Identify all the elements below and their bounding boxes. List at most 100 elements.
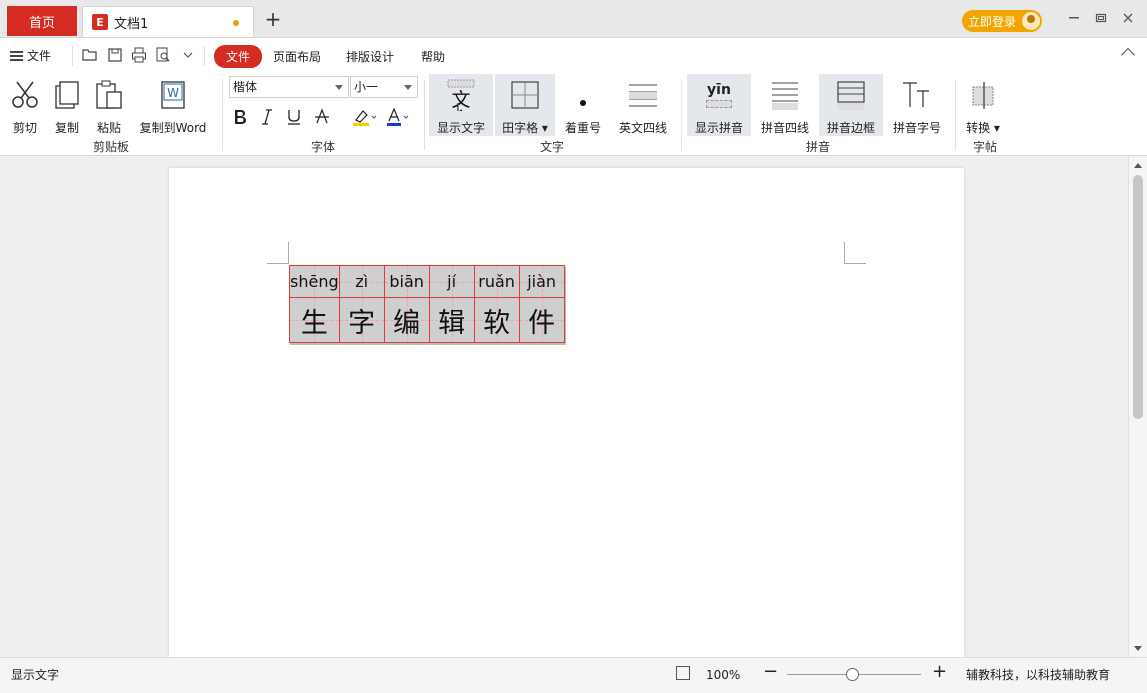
group-divider (222, 80, 223, 150)
show-text-icon: 文 (447, 79, 475, 111)
group-divider (424, 80, 425, 150)
hanzi-cell[interactable]: 字 (338, 297, 385, 343)
home-tab[interactable]: 首页 (7, 6, 77, 36)
file-menu-label: 文件 (27, 49, 52, 63)
paste-button[interactable]: 粘贴 (89, 74, 129, 136)
font-size-icon (903, 81, 929, 107)
hamburger-icon (10, 50, 23, 61)
font-family-select[interactable]: 楷体 (229, 76, 349, 98)
restore-button[interactable] (1093, 12, 1109, 26)
sticker-group-label: 字帖 (973, 140, 998, 154)
emphasis-mark-button[interactable]: 着重号 (560, 74, 606, 136)
tab-file[interactable]: 文件 (214, 45, 263, 68)
document-canvas[interactable]: shēng zì biān jí ruǎn jiàn 生 字 编 辑 软 件 (0, 157, 1130, 657)
hanzi-cell[interactable]: 软 (473, 297, 520, 343)
tab-layout-design[interactable]: 排版设计 (346, 48, 394, 65)
minimize-icon (1069, 17, 1079, 19)
tian-grid-label: 田字格 ▾ (502, 121, 548, 135)
hanzi-cell[interactable]: 辑 (428, 297, 475, 343)
group-divider (955, 80, 956, 150)
pinyin-border-button[interactable]: 拼音边框 (819, 74, 883, 136)
fit-page-icon[interactable] (676, 666, 690, 680)
copy-to-word-label: 复制到Word (139, 121, 207, 135)
scroll-up-icon[interactable] (1134, 163, 1142, 168)
pinyin-cell[interactable]: ruǎn (473, 265, 520, 298)
bold-icon (235, 110, 246, 124)
italic-button[interactable] (257, 108, 277, 128)
tian-grid-button[interactable]: 田字格 ▾ (495, 74, 555, 136)
font-color-button[interactable] (386, 107, 412, 128)
app-logo-icon: E (92, 14, 108, 30)
title-bar: 首页 E 文档1 + 立即登录 (0, 0, 1147, 38)
vertical-scrollbar[interactable] (1128, 157, 1147, 657)
document-page[interactable]: shēng zì biān jí ruǎn jiàn 生 字 编 辑 软 件 (169, 168, 964, 657)
pinyin-yin-icon: yīn (707, 81, 731, 98)
font-size-select[interactable]: 小一 (350, 76, 418, 98)
pinyin-font-size-label: 拼音字号 (892, 121, 941, 135)
scroll-down-icon[interactable] (1134, 646, 1142, 651)
hanzi-cell[interactable]: 生 (289, 297, 340, 343)
pinyin-grid-table[interactable]: shēng zì biān jí ruǎn jiàn 生 字 编 辑 软 件 (289, 265, 565, 343)
save-icon[interactable] (107, 47, 123, 63)
underline-button[interactable] (284, 108, 304, 128)
collapse-ribbon-icon[interactable] (1120, 47, 1136, 63)
copy-button[interactable]: 复制 (47, 74, 87, 136)
strikethrough-icon (315, 108, 329, 124)
svg-text:W: W (167, 86, 179, 100)
minimize-button[interactable] (1066, 12, 1082, 26)
close-button[interactable] (1120, 12, 1136, 26)
company-slogan: 辅教科技，以科技辅助教育 (966, 668, 1111, 682)
document-tab[interactable]: E 文档1 (82, 6, 254, 37)
highlighter-icon (353, 110, 377, 126)
hanzi-cell[interactable]: 件 (518, 297, 565, 343)
four-line-label: 英文四线 (618, 121, 667, 135)
pinyin-four-line-button[interactable]: 拼音四线 (757, 74, 813, 136)
pinyin-border-icon (837, 80, 865, 110)
quick-access-dropdown-icon[interactable] (180, 47, 196, 63)
show-pinyin-button[interactable]: yīn 显示拼音 (687, 74, 751, 136)
pinyin-cell[interactable]: biān (383, 265, 430, 298)
group-divider (681, 80, 682, 150)
unsaved-indicator (233, 20, 239, 26)
login-button[interactable]: 立即登录 (962, 10, 1042, 32)
pinyin-cell[interactable]: jí (428, 265, 475, 298)
pinyin-font-size-button[interactable]: 拼音字号 (889, 74, 945, 136)
zoom-out-button[interactable]: − (763, 661, 778, 682)
open-folder-icon[interactable] (82, 47, 98, 63)
print-preview-icon[interactable] (155, 47, 171, 63)
four-line-button[interactable]: 英文四线 (613, 74, 673, 136)
copy-to-word-button[interactable]: W 复制到Word (136, 74, 210, 136)
pinyin-box-icon (706, 99, 732, 108)
user-avatar-icon (1022, 12, 1040, 30)
login-label: 立即登录 (968, 14, 1017, 29)
hanzi-cell[interactable]: 编 (383, 297, 430, 343)
show-text-label: 显示文字 (436, 121, 485, 135)
tab-page-layout[interactable]: 页面布局 (273, 48, 321, 65)
convert-button[interactable]: 转换 ▾ (962, 74, 1004, 136)
file-menu-button[interactable]: 文件 (10, 47, 51, 64)
highlight-button[interactable] (352, 108, 378, 128)
print-icon[interactable] (131, 47, 147, 63)
restore-icon (1095, 13, 1107, 23)
pinyin-cell[interactable]: zì (338, 265, 385, 298)
status-bar: 显示文字 100% − + 辅教科技，以科技辅助教育 (0, 657, 1147, 693)
four-line-icon (629, 84, 657, 106)
svg-text:文: 文 (451, 89, 470, 111)
clipboard-icon (96, 80, 122, 109)
new-tab-button[interactable]: + (263, 9, 283, 29)
close-icon (1123, 13, 1133, 23)
strikethrough-button[interactable] (312, 108, 332, 128)
font-group-label: 字体 (311, 140, 336, 154)
zoom-in-button[interactable]: + (932, 661, 947, 682)
scrollbar-thumb[interactable] (1133, 175, 1143, 419)
tab-help[interactable]: 帮助 (421, 48, 445, 65)
font-size-value: 小一 (354, 80, 379, 94)
pinyin-cell[interactable]: jiàn (518, 265, 565, 298)
show-pinyin-label: 显示拼音 (694, 121, 743, 135)
cut-button[interactable]: 剪切 (5, 74, 45, 136)
pinyin-cell[interactable]: shēng (289, 265, 340, 298)
show-text-button[interactable]: 文 显示文字 (429, 74, 493, 136)
bold-button[interactable] (230, 108, 250, 128)
chevron-down-icon (404, 85, 412, 90)
zoom-slider-knob[interactable] (846, 668, 859, 681)
